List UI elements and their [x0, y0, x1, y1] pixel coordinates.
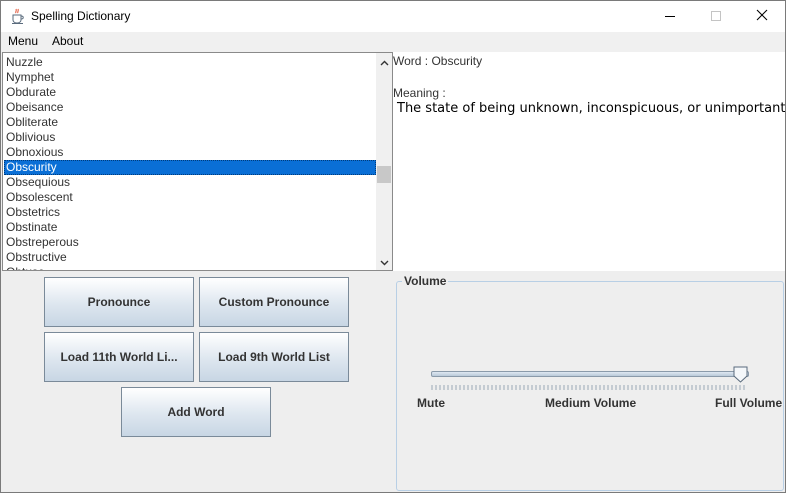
- list-item[interactable]: Obsolescent: [4, 190, 376, 205]
- list-item[interactable]: Obsequious: [4, 175, 376, 190]
- list-item[interactable]: Nuzzle: [4, 55, 376, 70]
- list-item[interactable]: Nymphet: [4, 70, 376, 85]
- chevron-up-icon: [380, 55, 389, 69]
- meaning-label: Meaning :: [393, 86, 446, 100]
- app-window: Spelling Dictionary Menu About Nuzzle Nym…: [0, 0, 786, 493]
- list-item[interactable]: Obstinate: [4, 220, 376, 235]
- load-11th-word-list-button[interactable]: Load 11th World Li...: [44, 332, 194, 382]
- java-coffee-cup-icon: [10, 8, 26, 24]
- list-item[interactable]: Obstructive: [4, 250, 376, 265]
- list-item[interactable]: Obtuse: [4, 265, 376, 270]
- maximize-button[interactable]: [693, 1, 739, 32]
- meaning-text: The state of being unknown, inconspicuou…: [397, 101, 786, 116]
- close-icon: [756, 9, 768, 24]
- scrollbar-thumb[interactable]: [377, 166, 391, 183]
- list-item[interactable]: Obdurate: [4, 85, 376, 100]
- list-item[interactable]: Obliterate: [4, 115, 376, 130]
- maximize-icon: [711, 10, 721, 24]
- volume-title: Volume: [402, 274, 449, 288]
- menu-item-about[interactable]: About: [52, 34, 83, 48]
- volume-slider-ticks: [431, 385, 745, 390]
- volume-slider-thumb[interactable]: [733, 366, 748, 383]
- minimize-button[interactable]: [647, 1, 693, 32]
- title-bar[interactable]: Spelling Dictionary: [1, 1, 785, 32]
- volume-label-mute: Mute: [417, 396, 445, 410]
- menu-bar: Menu About: [1, 32, 785, 52]
- window-title: Spelling Dictionary: [31, 9, 131, 23]
- word-list[interactable]: Nuzzle Nymphet Obdurate Obeisance Obliterate…: [2, 52, 393, 271]
- list-item[interactable]: Oblivious: [4, 130, 376, 145]
- word-details-panel: Word : Obscurity Meaning : The state of …: [393, 52, 785, 271]
- scroll-down-button[interactable]: [376, 253, 392, 270]
- add-word-button[interactable]: Add Word: [121, 387, 271, 437]
- load-9th-word-list-button[interactable]: Load 9th World List: [199, 332, 349, 382]
- list-item[interactable]: Obstreperous: [4, 235, 376, 250]
- vertical-scrollbar[interactable]: [376, 53, 392, 270]
- scroll-up-button[interactable]: [376, 53, 392, 70]
- list-item[interactable]: Obeisance: [4, 100, 376, 115]
- minimize-icon: [665, 10, 675, 24]
- volume-label-medium: Medium Volume: [545, 396, 637, 410]
- list-item[interactable]: Obscurity: [4, 160, 376, 175]
- chevron-down-icon: [380, 255, 389, 269]
- close-button[interactable]: [739, 1, 785, 32]
- word-list-items: Nuzzle Nymphet Obdurate Obeisance Obliterate…: [4, 55, 376, 270]
- list-item[interactable]: Obnoxious: [4, 145, 376, 160]
- volume-slider-track[interactable]: [431, 371, 749, 377]
- list-item[interactable]: Obstetrics: [4, 205, 376, 220]
- volume-label-full: Full Volume: [715, 396, 783, 410]
- custom-pronounce-button[interactable]: Custom Pronounce: [199, 277, 349, 327]
- menu-item-menu[interactable]: Menu: [8, 34, 38, 48]
- word-label: Word : Obscurity: [393, 54, 483, 68]
- pronounce-button[interactable]: Pronounce: [44, 277, 194, 327]
